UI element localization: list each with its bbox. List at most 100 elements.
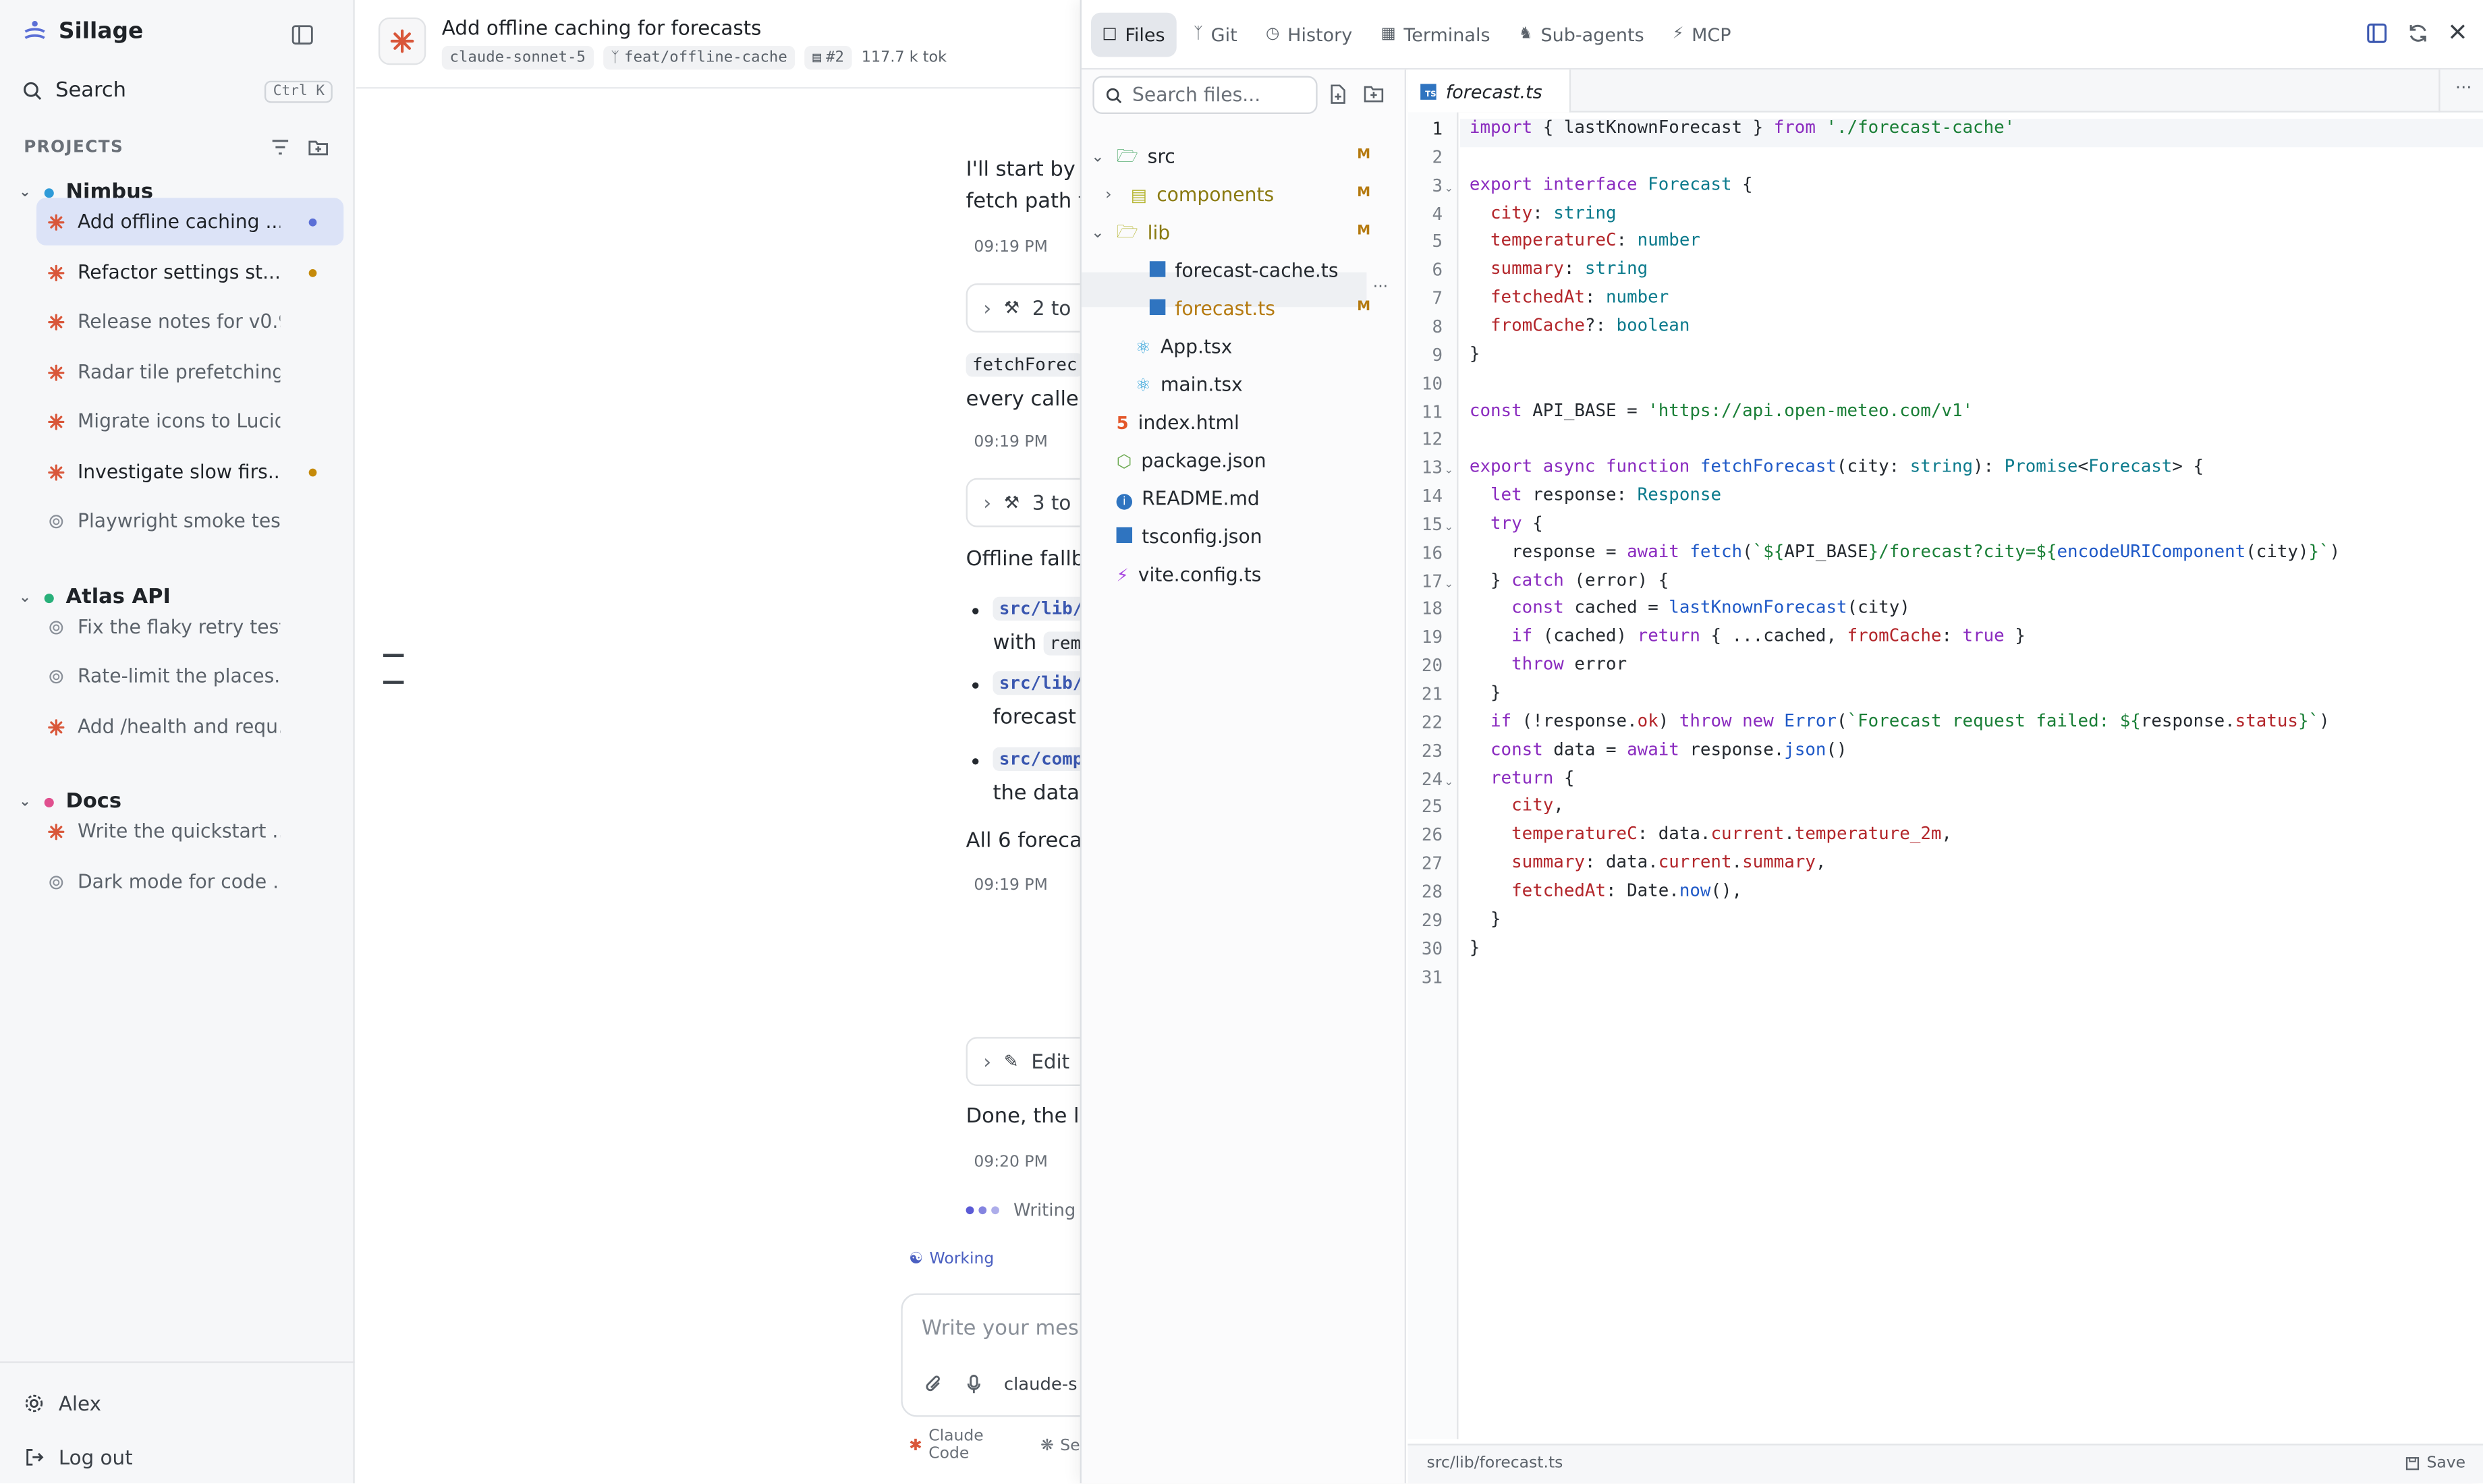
file-path-code[interactable]: src/lib/ (993, 671, 1080, 695)
code-line[interactable]: if (!response.ok) throw new Error(`Forec… (1470, 708, 2330, 736)
tab-git[interactable]: ᛉ Git (1182, 12, 1248, 57)
new-file-button[interactable] (1329, 84, 1347, 105)
code-line[interactable]: city: string (1470, 199, 1617, 227)
editor-more-button[interactable]: ··· (2455, 79, 2472, 96)
code-line[interactable]: if (cached) return { ...cached, fromCach… (1470, 623, 2026, 651)
session-item[interactable]: Fix the flaky retry test (36, 603, 343, 650)
tree-node[interactable]: tsconfig.json (1116, 519, 1262, 554)
code-line[interactable]: temperatureC: number (1470, 227, 1700, 256)
message-composer[interactable]: Write your mess claude-s (901, 1293, 1080, 1417)
code-line[interactable]: } catch (error) { (1470, 566, 1669, 594)
code-line[interactable]: try { (1470, 509, 1543, 538)
user-settings[interactable]: Alex (24, 1392, 101, 1415)
tree-node[interactable]: i README.md (1116, 481, 1260, 516)
tree-node[interactable]: ⌄ 🗁 src (1091, 140, 1175, 175)
refresh-button[interactable] (2407, 22, 2429, 45)
scroll-marker[interactable] (383, 654, 404, 657)
tool-call-group[interactable]: › ✎ Edit (966, 1037, 1080, 1086)
code-line[interactable]: import { lastKnownForecast } from './for… (1470, 114, 2015, 142)
fold-chevron-icon[interactable]: ⌄ (1444, 577, 1453, 590)
row-more-button[interactable]: ··· (1373, 279, 1388, 296)
code-line[interactable]: const API_BASE = 'https://api.open-meteo… (1470, 397, 1973, 425)
composer-placeholder[interactable]: Write your mess (922, 1317, 1080, 1341)
tree-node[interactable]: 5 index.html (1117, 405, 1239, 440)
editor-tab-forecast[interactable]: TS forecast.ts (1407, 69, 1571, 113)
tab-terminals[interactable]: ▦ Terminals (1370, 12, 1501, 57)
session-item[interactable]: Release notes for v0.9 (36, 297, 343, 345)
session-item[interactable]: Add offline caching ... (36, 198, 344, 246)
composer-model-select[interactable]: claude-s (1004, 1374, 1078, 1395)
model-chip[interactable]: claude-sonnet-5 (441, 46, 594, 70)
line-number: 14 (1421, 486, 1443, 507)
new-project-button[interactable] (307, 136, 329, 159)
code-line[interactable]: response = await fetch(`${API_BASE}/fore… (1470, 538, 2340, 566)
modified-flag: M (1357, 223, 1371, 239)
fold-chevron-icon[interactable]: ⌄ (1444, 464, 1453, 477)
code-line[interactable]: temperatureC: data.current.temperature_2… (1470, 820, 1952, 849)
code-line[interactable]: return { (1470, 764, 1574, 792)
code-line[interactable]: } (1470, 934, 1480, 962)
tree-node[interactable]: › ▤ components (1105, 177, 1274, 212)
code-line[interactable]: } (1470, 340, 1480, 368)
mic-button[interactable] (966, 1374, 982, 1395)
code-line[interactable]: summary: string (1470, 255, 1648, 283)
code-line[interactable]: export async function fetchForecast(city… (1470, 453, 2204, 482)
session-item[interactable]: Investigate slow firs... (36, 448, 343, 495)
pull-request-icon: ▤ (812, 49, 822, 66)
save-button[interactable]: Save (2406, 1455, 2465, 1473)
tool-call-group[interactable]: › ⚒ 3 to (966, 478, 1080, 527)
session-item[interactable]: Playwright smoke tests (36, 497, 343, 544)
code-line[interactable]: summary: data.current.summary, (1470, 849, 1826, 877)
code-line[interactable]: } (1470, 679, 1501, 708)
tool-call-group[interactable]: › ⚒ 2 to (966, 283, 1080, 333)
agent-selector[interactable]: ✱ Claude Code (909, 1428, 1028, 1463)
tab-history[interactable]: ◷ History (1255, 12, 1364, 57)
tab-files[interactable]: □ Files (1091, 11, 1177, 57)
close-panel-button[interactable] (2448, 22, 2467, 45)
app-brand[interactable]: Sillage (22, 19, 143, 45)
tab-mcp[interactable]: ⚡ MCP (1661, 12, 1742, 57)
tree-node[interactable]: ⌄ 🗁 lib (1091, 215, 1170, 250)
scroll-marker[interactable] (383, 681, 404, 684)
code-line[interactable]: const cached = lastKnownForecast(city) (1470, 594, 1910, 623)
file-path-code[interactable]: src/lib/ (993, 596, 1080, 621)
session-item[interactable]: Radar tile prefetching (36, 348, 343, 395)
sidebar-search[interactable]: Search Ctrl K (22, 79, 333, 103)
code-line[interactable]: city, (1470, 792, 1564, 820)
fold-chevron-icon[interactable]: ⌄ (1444, 181, 1453, 194)
code-line[interactable]: export interface Forecast { (1470, 171, 1753, 199)
code-line[interactable]: } (1470, 905, 1501, 934)
tree-node[interactable]: ⬡ package.json (1117, 443, 1266, 478)
tree-node[interactable]: forecast-cache.ts (1149, 254, 1339, 289)
code-line[interactable]: let response: Response (1470, 482, 1721, 510)
file-search-input[interactable]: Search files... (1092, 76, 1318, 114)
code-line[interactable]: const data = await response.json() (1470, 736, 1847, 764)
file-path-code[interactable]: src/comp (993, 747, 1080, 771)
code-line[interactable]: fetchedAt: Date.now(), (1470, 877, 1742, 905)
tree-node[interactable]: ⚛ main.tsx (1136, 367, 1243, 402)
code-line[interactable]: fromCache?: boolean (1470, 312, 1690, 340)
fold-chevron-icon[interactable]: ⌄ (1444, 775, 1453, 788)
code-line[interactable]: fetchedAt: number (1470, 283, 1669, 312)
fold-chevron-icon[interactable]: ⌄ (1444, 521, 1453, 534)
code-line[interactable]: throw error (1470, 651, 1627, 679)
tree-node[interactable]: ⚛ App.tsx (1136, 329, 1233, 364)
logout-button[interactable]: Log out (24, 1446, 133, 1469)
session-item[interactable]: Write the quickstart ... (36, 807, 343, 855)
settings-selector[interactable]: ❋ Se (1040, 1437, 1080, 1454)
pr-chip[interactable]: ▤ #2 (804, 46, 852, 70)
tree-node[interactable]: forecast.ts (1149, 291, 1275, 326)
session-item[interactable]: Migrate icons to Lucide (36, 397, 343, 445)
branch-chip[interactable]: ᛉ feat/offline-cache (603, 46, 796, 70)
collapse-sidebar-button[interactable] (289, 22, 315, 48)
attach-button[interactable] (925, 1374, 944, 1395)
sort-projects-button[interactable] (269, 136, 291, 159)
session-item[interactable]: Rate-limit the places... (36, 652, 343, 700)
tab-sub-agents[interactable]: ♞ Sub-agents (1507, 12, 1655, 57)
session-item[interactable]: Add /health and requ... (36, 703, 343, 750)
new-folder-button[interactable] (1364, 84, 1385, 105)
toggle-layout-button[interactable] (2366, 22, 2388, 45)
session-item[interactable]: Dark mode for code ... (36, 858, 343, 905)
tree-node[interactable]: ⚡ vite.config.ts (1117, 557, 1262, 592)
session-item[interactable]: Refactor settings st... (36, 248, 343, 295)
